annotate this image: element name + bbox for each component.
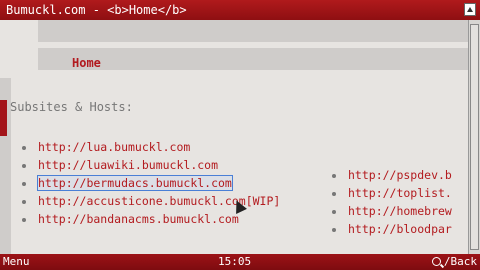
window-title: Bumuckl.com - <b>Home</b> bbox=[6, 3, 187, 17]
bullet-icon bbox=[332, 209, 336, 214]
right-link[interactable]: http://pspdev.b bbox=[348, 168, 452, 182]
back-label: /Back bbox=[443, 255, 477, 268]
bullet-icon bbox=[22, 163, 26, 168]
header-band bbox=[38, 20, 478, 42]
section-title: Subsites & Hosts: bbox=[10, 100, 133, 114]
host-link[interactable]: http://lua.bumuckl.com bbox=[38, 140, 190, 154]
nav-band bbox=[38, 48, 478, 70]
softkey-bar: Menu 15:05 /Back bbox=[0, 254, 480, 270]
scroll-up-icon[interactable] bbox=[464, 3, 476, 16]
left-tab-marker bbox=[0, 100, 7, 136]
bullet-icon bbox=[332, 227, 336, 232]
title-bar: Bumuckl.com - <b>Home</b> bbox=[0, 0, 480, 20]
host-list: http://lua.bumuckl.com http://luawiki.bu… bbox=[22, 138, 280, 228]
clock: 15:05 bbox=[218, 255, 252, 268]
right-link-item[interactable]: http://toplist. bbox=[332, 184, 452, 202]
bullet-icon bbox=[332, 173, 336, 178]
bullet-icon bbox=[22, 181, 26, 186]
right-link[interactable]: http://homebrew bbox=[348, 204, 452, 218]
scrollbar-thumb[interactable] bbox=[470, 24, 479, 250]
right-link[interactable]: http://toplist. bbox=[348, 186, 452, 200]
host-link[interactable]: http://luawiki.bumuckl.com bbox=[38, 158, 218, 172]
right-link-item[interactable]: http://pspdev.b bbox=[332, 166, 452, 184]
back-softkey[interactable]: /Back bbox=[431, 254, 477, 270]
host-item-selected[interactable]: http://bermudacs.bumuckl.com bbox=[22, 174, 280, 192]
host-link[interactable]: http://bermudacs.bumuckl.com bbox=[37, 175, 233, 191]
bullet-icon bbox=[332, 191, 336, 196]
vertical-scrollbar[interactable] bbox=[468, 20, 480, 254]
host-link[interactable]: http://bandanacms.bumuckl.com bbox=[38, 212, 239, 226]
bullet-icon bbox=[22, 217, 26, 222]
right-link-list: http://pspdev.b http://toplist. http://h… bbox=[332, 166, 452, 238]
right-link[interactable]: http://bloodpar bbox=[348, 222, 452, 236]
right-link-item[interactable]: http://bloodpar bbox=[332, 220, 452, 238]
page-viewport: Home Subsites & Hosts: http://lua.bumuck… bbox=[0, 20, 480, 254]
bullet-icon bbox=[22, 145, 26, 150]
host-item[interactable]: http://bandanacms.bumuckl.com bbox=[22, 210, 280, 228]
host-item[interactable]: http://lua.bumuckl.com bbox=[22, 138, 280, 156]
bullet-icon bbox=[22, 199, 26, 204]
nav-home-link[interactable]: Home bbox=[72, 56, 101, 70]
search-icon bbox=[431, 257, 441, 266]
host-item[interactable]: http://luawiki.bumuckl.com bbox=[22, 156, 280, 174]
right-link-item[interactable]: http://homebrew bbox=[332, 202, 452, 220]
menu-softkey[interactable]: Menu bbox=[3, 254, 30, 270]
